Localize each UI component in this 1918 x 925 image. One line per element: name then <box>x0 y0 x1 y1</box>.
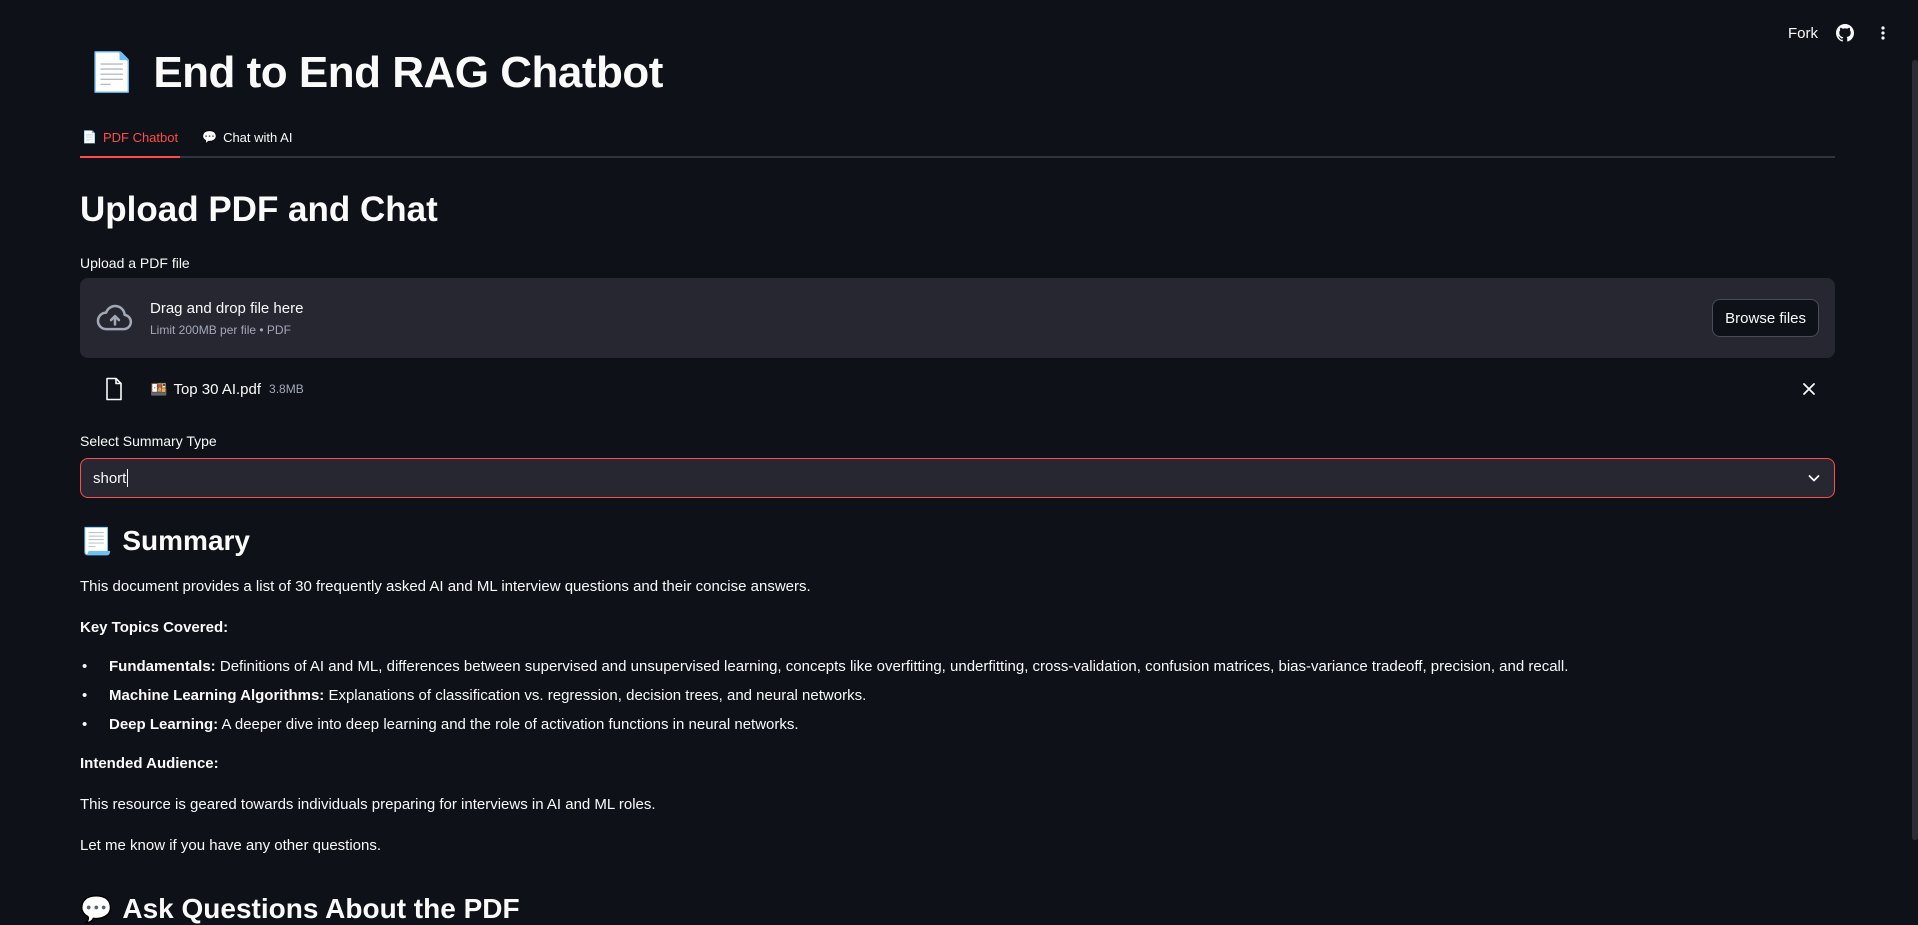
topics-heading: Key Topics Covered: <box>80 619 229 636</box>
file-icon <box>106 377 122 401</box>
file-emoji-icon: 🍱 <box>150 380 168 397</box>
list-item: Machine Learning Algorithms: Explanation… <box>80 685 1835 706</box>
tab-label: Chat with AI <box>223 129 293 145</box>
summary-content: This document provides a list of 30 freq… <box>80 576 1835 876</box>
tab-pdf-chatbot[interactable]: 📄 PDF Chatbot <box>80 118 181 158</box>
section-title: Upload PDF and Chat <box>80 190 438 229</box>
speech-bubble-icon: 💬 <box>80 893 113 924</box>
cloud-upload-icon <box>96 304 133 331</box>
topics-list: Fundamentals: Definitions of AI and ML, … <box>80 656 1835 735</box>
summary-type-select[interactable]: short <box>80 458 1835 498</box>
dropzone-limit: Limit 200MB per file • PDF <box>150 322 291 337</box>
summary-type-value: short <box>93 469 127 487</box>
text-cursor <box>127 469 129 487</box>
ask-questions-heading: 💬 Ask Questions About the PDF <box>80 893 520 925</box>
remove-file-close-icon[interactable] <box>1799 379 1819 399</box>
chevron-down-icon[interactable] <box>1806 470 1822 486</box>
more-menu-icon[interactable] <box>1872 22 1894 44</box>
dropzone-text: Drag and drop file here Limit 200MB per … <box>150 300 303 337</box>
header-toolbar: Fork <box>1788 22 1894 44</box>
list-item: Fundamentals: Definitions of AI and ML, … <box>80 656 1835 677</box>
document-icon: 📄 <box>88 52 136 94</box>
file-dropzone[interactable]: Drag and drop file here Limit 200MB per … <box>80 278 1835 358</box>
summary-title: Summary <box>122 525 250 556</box>
fork-link[interactable]: Fork <box>1788 25 1818 42</box>
upload-label: Upload a PDF file <box>80 255 190 271</box>
browse-files-button[interactable]: Browse files <box>1712 299 1819 337</box>
summary-intro: This document provides a list of 30 freq… <box>80 578 811 595</box>
summary-heading: 📃 Summary <box>80 525 250 557</box>
tab-chat-with-ai[interactable]: 💬 Chat with AI <box>200 118 294 156</box>
file-name: Top 30 AI.pdf <box>173 380 262 398</box>
tab-bar: 📄 PDF Chatbot 💬 Chat with AI <box>80 118 1835 158</box>
page-curl-icon: 📃 <box>80 525 113 556</box>
github-icon[interactable] <box>1834 22 1856 44</box>
page-scrollbar[interactable] <box>1912 60 1918 840</box>
file-size: 3.8MB <box>269 382 304 396</box>
document-icon: 📄 <box>82 130 97 144</box>
uploaded-file-row: 🍱 Top 30 AI.pdf 3.8MB <box>80 372 1835 406</box>
audience-heading: Intended Audience: <box>80 755 219 772</box>
app-title: 📄 End to End RAG Chatbot <box>88 48 663 98</box>
list-item: Deep Learning: A deeper dive into deep l… <box>80 714 1835 735</box>
speech-bubble-icon: 💬 <box>202 130 218 144</box>
closing-text: Let me know if you have any other questi… <box>80 837 382 854</box>
page-title: End to End RAG Chatbot <box>153 48 663 97</box>
ask-title: Ask Questions About the PDF <box>122 893 520 924</box>
tab-label: PDF Chatbot <box>102 129 179 145</box>
summary-type-label: Select Summary Type <box>80 433 217 449</box>
audience-text: This resource is geared towards individu… <box>80 796 656 813</box>
dropzone-instruction: Drag and drop file here <box>150 299 304 317</box>
